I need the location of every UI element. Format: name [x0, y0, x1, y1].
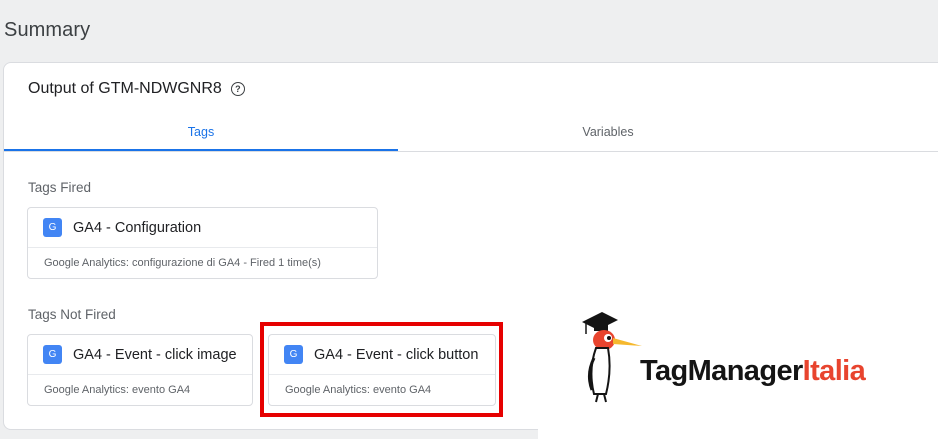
google-analytics-icon: G — [43, 218, 62, 237]
woodpecker-logo-icon — [582, 312, 642, 403]
tags-not-fired-label: Tags Not Fired — [28, 307, 116, 322]
tags-fired-label: Tags Fired — [28, 180, 92, 195]
tag-name: GA4 - Event - click image — [73, 346, 237, 363]
brand-part-1: TagManager — [640, 355, 803, 387]
tag-subtitle: Google Analytics: evento GA4 — [44, 384, 191, 396]
tag-card-click-image[interactable]: G GA4 - Event - click image Google Analy… — [27, 334, 253, 406]
tab-bar: Tags Variables — [4, 115, 938, 152]
tab-tags[interactable]: Tags — [4, 115, 398, 151]
tab-variables[interactable]: Variables — [398, 115, 818, 151]
page-title: Summary — [4, 19, 91, 41]
brand-part-2: Italia — [802, 355, 866, 387]
panel-header: Output of GTM-NDWGNR8 ? — [28, 80, 245, 98]
google-analytics-icon: G — [43, 345, 62, 364]
highlight-box — [260, 322, 503, 417]
container-output-title: Output of GTM-NDWGNR8 — [28, 80, 222, 97]
tag-card-ga4-configuration[interactable]: G GA4 - Configuration Google Analytics: … — [27, 207, 378, 279]
tag-card-header: G GA4 - Configuration — [28, 208, 377, 248]
tag-subtitle: Google Analytics: configurazione di GA4 … — [44, 257, 321, 269]
help-icon[interactable]: ? — [230, 82, 245, 96]
tag-card-header: G GA4 - Event - click image — [28, 335, 252, 375]
tagmanageritalia-wordmark: TagManagerItalia — [640, 355, 866, 388]
tag-name: GA4 - Configuration — [73, 219, 202, 236]
